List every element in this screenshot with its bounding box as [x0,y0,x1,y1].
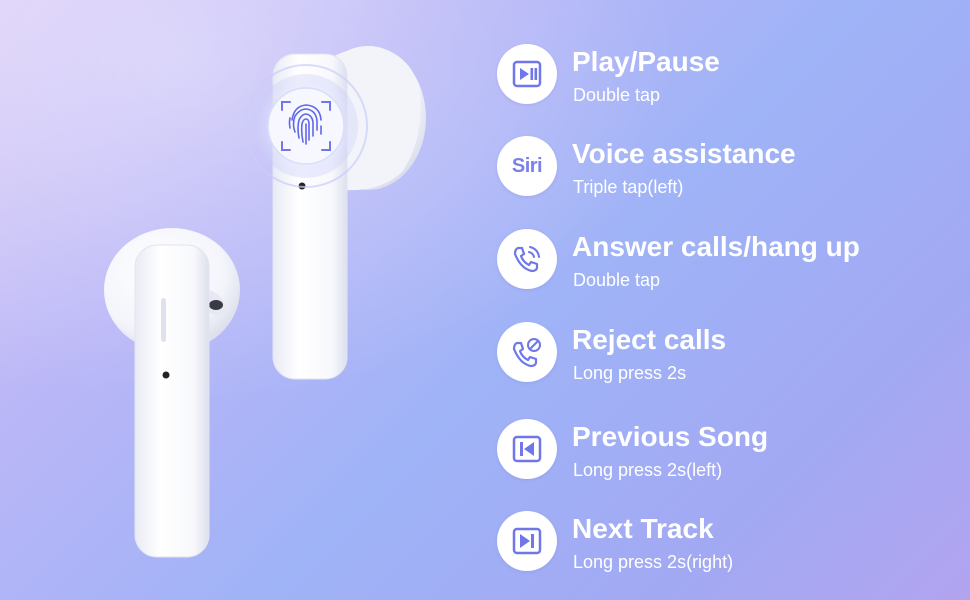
play-pause-icon [497,44,557,104]
phone-answer-icon [497,229,557,289]
feature-subtitle: Long press 2s(left) [573,460,723,480]
feature-subtitle: Long press 2s [573,363,687,383]
feature-title: Previous Song [572,421,769,452]
feature-reject-calls: Reject calls Long press 2s [497,322,957,392]
phone-reject-icon [497,322,557,382]
next-icon [497,511,557,571]
feature-subtitle: Double tap [573,85,661,105]
feature-title: Reject calls [572,324,727,355]
earbuds-illustration [104,46,426,558]
feature-title: Voice assistance [572,138,796,169]
feature-answer-calls: Answer calls/hang up Double tap [497,229,957,299]
right-earbud [244,46,426,380]
feature-play-pause: Play/Pause Double tap [497,44,957,114]
feature-subtitle: Double tap [573,270,661,290]
feature-previous-song: Previous Song Long press 2s(left) [497,419,957,489]
feature-subtitle: Triple tap(left) [573,177,684,197]
feature-title: Play/Pause [572,46,720,77]
previous-icon [497,419,557,479]
feature-voice-assistance: Siri Voice assistance Triple tap(left) [497,136,957,206]
left-earbud [104,228,240,558]
siri-icon-label: Siri [511,154,543,177]
feature-title: Next Track [572,513,714,544]
siri-icon: Siri [497,136,557,196]
feature-subtitle: Long press 2s(right) [573,552,734,572]
feature-next-track: Next Track Long press 2s(right) [497,511,957,581]
feature-title: Answer calls/hang up [572,231,860,262]
